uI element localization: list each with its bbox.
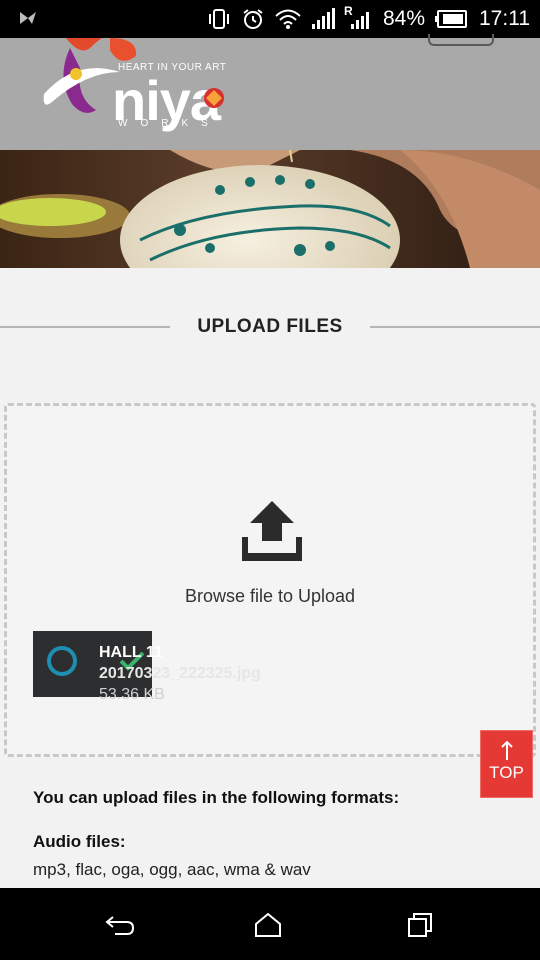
- upload-dropzone[interactable]: Browse file to Upload HALL 11 20170323_2…: [4, 403, 536, 757]
- hero-banner: [0, 150, 540, 268]
- uploaded-file-name: HALL 11 20170323_222325.jpg: [99, 642, 319, 684]
- wifi-icon: [275, 8, 301, 30]
- logo-subtitle: WORKS: [118, 118, 221, 129]
- file-name-line-2: 20170323_222325.jpg: [99, 665, 261, 682]
- back-nav-button[interactable]: [100, 910, 140, 940]
- back-icon: [105, 916, 135, 935]
- notification-icon: [18, 8, 38, 33]
- recents-nav-button[interactable]: [400, 910, 440, 940]
- navigation-bar: [0, 888, 540, 960]
- audio-formats-list: mp3, flac, oga, ogg, aac, wma & wav: [33, 860, 311, 879]
- site-header: HEART IN YOUR ART niya WORKS: [0, 34, 540, 150]
- signal-icon: [311, 8, 335, 30]
- vibrate-icon: [207, 8, 231, 30]
- back-to-top-label: TOP: [489, 763, 524, 782]
- home-icon: [255, 912, 281, 937]
- battery-icon: [435, 9, 467, 29]
- menu-toggle-button[interactable]: [428, 34, 494, 46]
- file-name-line-1: HALL 11: [99, 644, 163, 661]
- roaming-label: R: [343, 4, 353, 18]
- logo-diamond-icon: [204, 88, 224, 108]
- divider-right: [370, 326, 540, 328]
- file-size: 53.36 KB: [99, 686, 165, 703]
- arrow-up-icon: [500, 741, 513, 760]
- logo[interactable]: HEART IN YOUR ART niya WORKS: [40, 38, 250, 148]
- audio-files-heading: Audio files:: [33, 832, 126, 851]
- roaming-signal-icon: R: [344, 4, 373, 30]
- clock: 17:11: [479, 7, 530, 30]
- battery-percentage: 84%: [382, 7, 425, 30]
- home-nav-button[interactable]: [248, 910, 288, 940]
- alarm-icon: [241, 7, 265, 31]
- upload-icon[interactable]: [240, 501, 304, 563]
- browse-file-label[interactable]: Browse file to Upload: [7, 586, 533, 607]
- back-to-top-button[interactable]: TOP: [480, 730, 533, 798]
- section-header: UPLOAD FILES: [0, 310, 540, 346]
- formats-heading: You can upload files in the following fo…: [33, 788, 400, 807]
- status-bar: R 84% 17:11: [0, 0, 540, 38]
- loading-spinner-icon: [47, 646, 77, 676]
- recent-apps-icon: [408, 913, 432, 937]
